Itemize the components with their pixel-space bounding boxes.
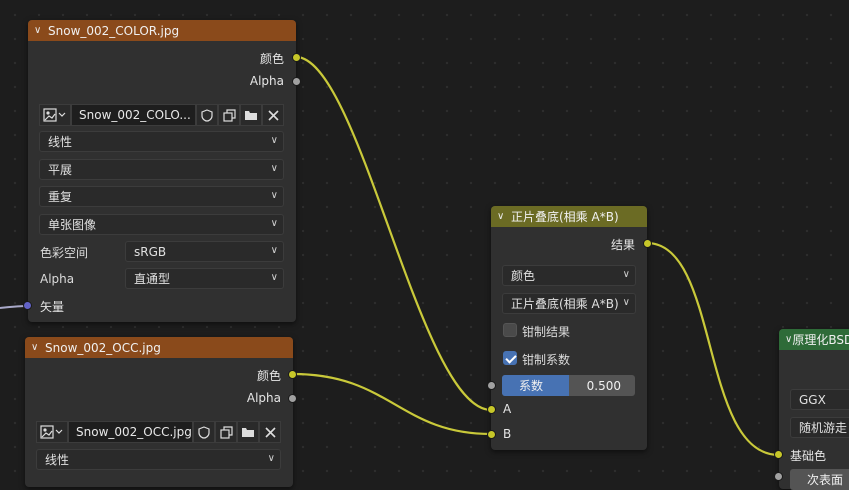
data-type-dropdown[interactable]: 颜色 ∨ — [502, 265, 636, 286]
dropdown-value: 重复 — [48, 190, 73, 204]
colorspace-dropdown[interactable]: sRGB ∨ — [125, 241, 284, 262]
socket-vector-in[interactable] — [23, 301, 32, 310]
input-b-label: B — [503, 427, 512, 441]
collapse-chevron-icon[interactable]: ∨ — [31, 342, 45, 353]
blend-mode-dropdown[interactable]: 正片叠底(相乘 A*B) ∨ — [502, 293, 636, 314]
socket-base-color-in[interactable] — [774, 450, 783, 459]
image-selector[interactable]: Snow_002_COLO... — [39, 104, 284, 126]
dropdown-value: GGX — [799, 392, 826, 407]
interpolation-dropdown[interactable]: 线性 ∨ — [36, 449, 281, 470]
clamp-result-checkbox[interactable] — [503, 323, 517, 337]
node-header[interactable]: ∨ Snow_002_OCC.jpg — [25, 337, 293, 358]
chevron-down-icon: ∨ — [270, 163, 278, 174]
node-title: 原理化BSDF — [792, 333, 849, 347]
socket-alpha-out[interactable] — [292, 77, 301, 86]
node-title: Snow_002_COLOR.jpg — [48, 23, 180, 38]
dropdown-value: 随机游走 — [799, 421, 848, 435]
collapse-chevron-icon[interactable]: ∨ — [497, 211, 511, 222]
node-header[interactable]: ∨ 原理化BSDF — [779, 329, 849, 350]
node-header[interactable]: ∨ Snow_002_COLOR.jpg — [28, 20, 296, 41]
socket-factor-in[interactable] — [487, 381, 496, 390]
image-name-field[interactable]: Snow_002_COLO... — [71, 104, 196, 126]
dropdown-value: 单张图像 — [48, 218, 97, 232]
factor-value: 0.500 — [586, 378, 621, 393]
image-browse-icon[interactable] — [39, 104, 71, 126]
socket-a-in[interactable] — [487, 405, 496, 414]
node-title: 正片叠底(相乘 A*B) — [511, 210, 619, 224]
dropdown-value: 平展 — [48, 163, 73, 177]
image-name-field[interactable]: Snow_002_OCC.jpg — [68, 421, 193, 443]
chevron-down-icon: ∨ — [270, 135, 278, 146]
duplicate-icon[interactable] — [215, 421, 237, 443]
chevron-down-icon: ∨ — [270, 218, 278, 229]
projection-dropdown[interactable]: 平展 ∨ — [39, 159, 284, 180]
chevron-down-icon: ∨ — [270, 272, 278, 283]
factor-slider[interactable]: 系数 0.500 — [502, 375, 635, 396]
collapse-chevron-icon[interactable]: ∨ — [785, 334, 792, 345]
extension-dropdown[interactable]: 重复 ∨ — [39, 186, 284, 207]
clamp-factor-checkbox[interactable] — [503, 351, 517, 365]
socket-color-out[interactable] — [288, 370, 297, 379]
dropdown-value: sRGB — [134, 244, 167, 259]
dropdown-value: 直通型 — [134, 272, 171, 286]
node-header[interactable]: ∨ 正片叠底(相乘 A*B) — [491, 206, 647, 227]
factor-label: 系数 — [519, 379, 544, 393]
chevron-down-icon: ∨ — [270, 245, 278, 256]
input-base-color-label: 基础色 — [790, 449, 827, 463]
clamp-result-label: 钳制结果 — [522, 325, 571, 339]
alpha-mode-dropdown[interactable]: 直通型 ∨ — [125, 268, 284, 289]
unlink-close-icon[interactable] — [262, 104, 284, 126]
output-alpha-label: Alpha — [246, 391, 281, 405]
duplicate-icon[interactable] — [218, 104, 240, 126]
fake-user-shield-icon[interactable] — [196, 104, 218, 126]
subsurface-field[interactable]: 次表面 — [790, 469, 849, 490]
mix-multiply-node[interactable]: ∨ 正片叠底(相乘 A*B) 结果 颜色 ∨ 正片叠底(相乘 A*B) ∨ 钳制… — [491, 206, 647, 450]
link-colortex-to-mix-a — [295, 55, 492, 412]
output-color-label: 颜色 — [259, 52, 284, 66]
chevron-down-icon: ∨ — [622, 297, 630, 308]
link-mix-to-bsdf-basecolor — [646, 241, 780, 457]
principled-bsdf-node[interactable]: ∨ 原理化BSDF GGX 随机游走 基础色 次表面 — [779, 329, 849, 490]
image-selector[interactable]: Snow_002_OCC.jpg — [36, 421, 281, 443]
image-browse-icon[interactable] — [36, 421, 68, 443]
source-dropdown[interactable]: 单张图像 ∨ — [39, 214, 284, 235]
open-folder-icon[interactable] — [237, 421, 259, 443]
link-occtex-to-mix-b — [292, 372, 492, 436]
open-folder-icon[interactable] — [240, 104, 262, 126]
fake-user-shield-icon[interactable] — [193, 421, 215, 443]
output-result-label: 结果 — [610, 238, 635, 252]
colorspace-label: 色彩空间 — [40, 246, 89, 260]
clamp-factor-label: 钳制系数 — [522, 353, 571, 367]
subsurface-method-dropdown[interactable]: 随机游走 — [790, 417, 849, 438]
output-color-label: 颜色 — [256, 369, 281, 383]
socket-color-out[interactable] — [292, 53, 301, 62]
dropdown-value: 颜色 — [511, 269, 536, 283]
chevron-down-icon: ∨ — [270, 190, 278, 201]
dropdown-value: 线性 — [48, 135, 73, 149]
chevron-down-icon: ∨ — [622, 269, 630, 280]
socket-b-in[interactable] — [487, 430, 496, 439]
unlink-close-icon[interactable] — [259, 421, 281, 443]
dropdown-value: 线性 — [45, 453, 70, 467]
dropdown-value: 正片叠底(相乘 A*B) — [511, 297, 619, 311]
node-title: Snow_002_OCC.jpg — [45, 340, 161, 355]
chevron-down-icon: ∨ — [267, 453, 275, 464]
image-texture-node-color[interactable]: ∨ Snow_002_COLOR.jpg 颜色 Alpha Snow_002_C… — [28, 20, 296, 322]
subsurface-label: 次表面 — [807, 473, 844, 487]
output-alpha-label: Alpha — [249, 74, 284, 88]
alpha-mode-label: Alpha — [40, 272, 75, 286]
input-vector-label: 矢量 — [40, 300, 65, 314]
image-texture-node-occ[interactable]: ∨ Snow_002_OCC.jpg 颜色 Alpha Snow_002_OCC… — [25, 337, 293, 487]
distribution-dropdown[interactable]: GGX — [790, 389, 849, 410]
socket-alpha-out[interactable] — [288, 394, 297, 403]
socket-result-out[interactable] — [643, 239, 652, 248]
input-a-label: A — [503, 402, 512, 416]
interpolation-dropdown[interactable]: 线性 ∨ — [39, 131, 284, 152]
collapse-chevron-icon[interactable]: ∨ — [34, 25, 48, 36]
